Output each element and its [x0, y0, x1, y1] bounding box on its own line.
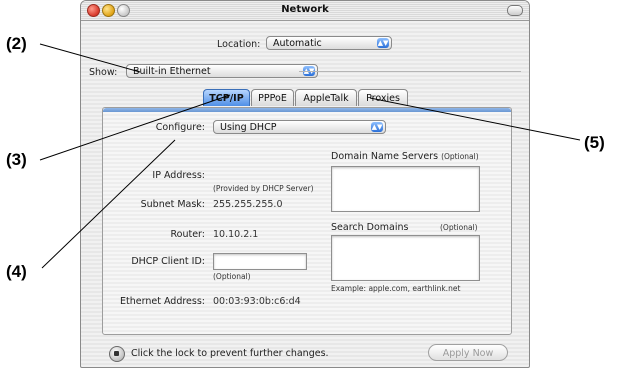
network-window: Network Location: Automatic ▲▼ Show: Bui… — [80, 0, 530, 368]
ip-address-note: (Provided by DHCP Server) — [213, 184, 314, 193]
ip-address-label: IP Address: — [152, 170, 205, 181]
router-label: Router: — [170, 229, 205, 240]
apply-now-button[interactable]: Apply Now — [428, 344, 508, 361]
location-value: Automatic — [273, 38, 322, 49]
window-title: Network — [281, 4, 329, 15]
dhcp-client-id-label: DHCP Client ID: — [131, 256, 205, 267]
search-domains-field[interactable] — [331, 235, 480, 281]
popup-arrows-icon: ▲▼ — [377, 38, 389, 48]
dhcp-client-id-field[interactable] — [213, 253, 307, 270]
show-label: Show: — [89, 67, 118, 78]
popup-arrows-icon: ▲▼ — [371, 122, 383, 132]
search-domains-label: Search Domains — [331, 222, 409, 233]
configure-popup[interactable]: Using DHCP ▲▼ — [213, 120, 386, 134]
location-label: Location: — [217, 39, 261, 50]
lock-text: Click the lock to prevent further change… — [131, 348, 329, 359]
configure-value: Using DHCP — [220, 122, 277, 133]
separator — [299, 71, 521, 72]
tab-proxies[interactable]: Proxies — [358, 89, 408, 106]
search-domains-example: Example: apple.com, earthlink.net — [331, 284, 461, 293]
tcpip-panel: Configure: Using DHCP ▲▼ IP Address: (Pr… — [102, 107, 512, 335]
subnet-mask-value: 255.255.255.0 — [213, 199, 283, 210]
title-bar[interactable]: Network — [81, 1, 529, 21]
callout-5: (5) — [584, 133, 605, 152]
location-popup[interactable]: Automatic ▲▼ — [266, 36, 392, 50]
show-value: Built-in Ethernet — [133, 66, 211, 77]
callout-4: (4) — [6, 262, 27, 281]
callout-2: (2) — [6, 34, 27, 53]
configure-label: Configure: — [155, 122, 205, 133]
ethernet-address-label: Ethernet Address: — [120, 296, 205, 307]
show-popup[interactable]: Built-in Ethernet ▲▼ — [126, 64, 318, 78]
subnet-mask-label: Subnet Mask: — [140, 199, 205, 210]
tab-tcpip[interactable]: TCP/IP — [203, 89, 250, 106]
panel-accent — [103, 108, 511, 112]
router-value: 10.10.2.1 — [213, 229, 259, 240]
dns-label: Domain Name Servers (Optional) — [331, 151, 479, 162]
dhcp-client-id-note: (Optional) — [213, 272, 251, 281]
callout-3: (3) — [6, 150, 27, 169]
dns-servers-field[interactable] — [331, 166, 480, 212]
toolbar-toggle-icon[interactable] — [507, 5, 523, 16]
lock-icon[interactable] — [109, 346, 125, 362]
dns-optional: (Optional) — [441, 152, 479, 161]
dns-title: Domain Name Servers — [331, 151, 439, 162]
tab-appletalk[interactable]: AppleTalk — [295, 89, 357, 106]
tab-pppoe[interactable]: PPPoE — [251, 89, 294, 106]
ethernet-address-value: 00:03:93:0b:c6:d4 — [213, 296, 301, 307]
search-domains-optional: (Optional) — [440, 223, 478, 232]
